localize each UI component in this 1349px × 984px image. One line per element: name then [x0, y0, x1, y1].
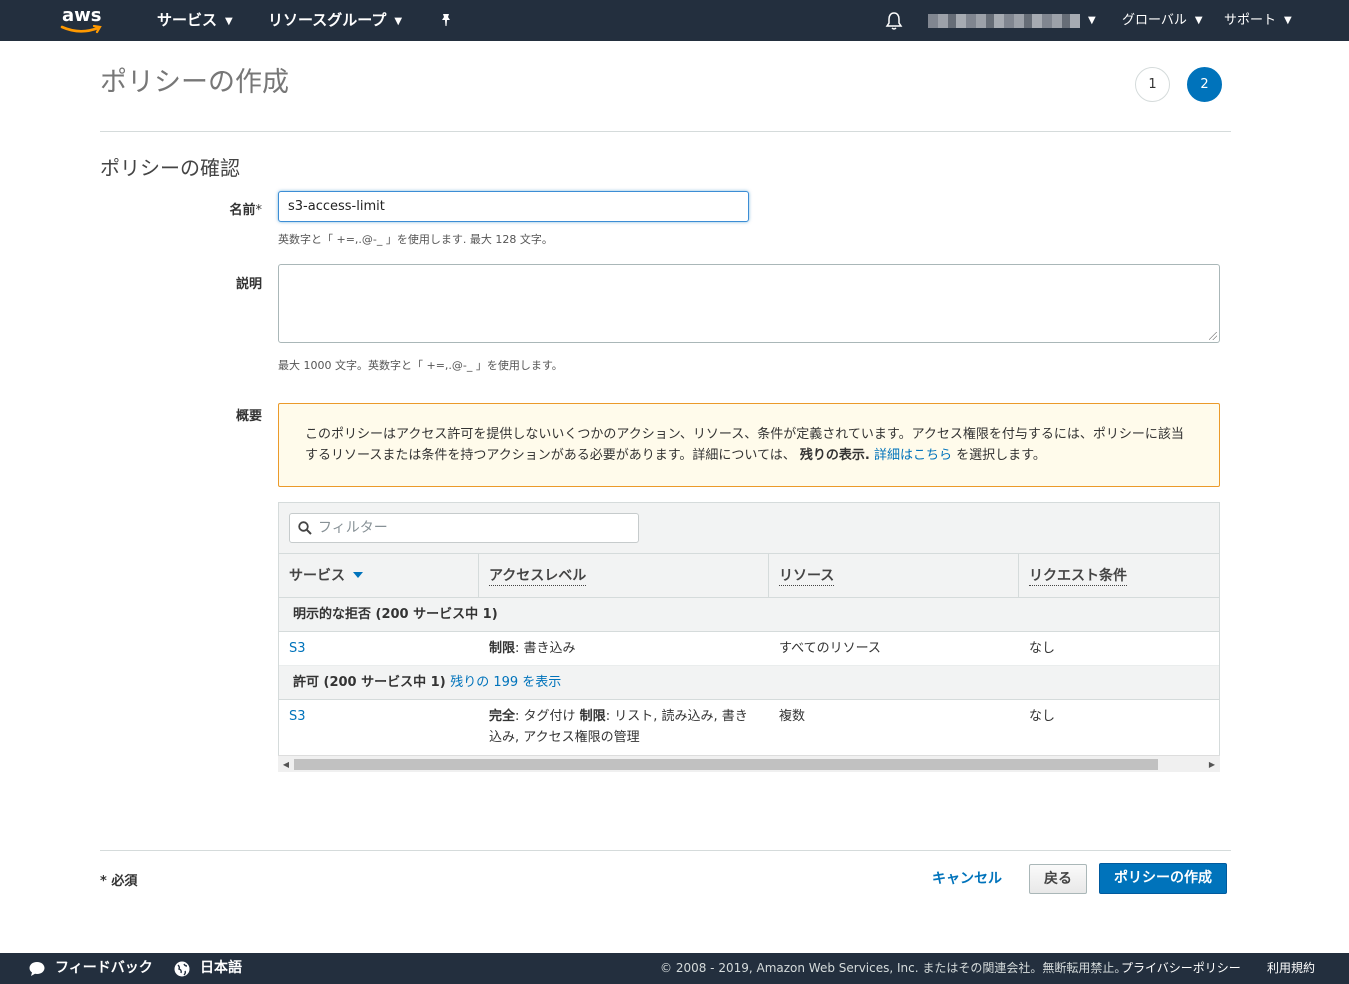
support-menu[interactable]: サポート ▼ [1224, 0, 1292, 41]
region-menu[interactable]: グローバル ▼ [1122, 0, 1203, 41]
step-indicator-2: 2 [1187, 67, 1222, 102]
service-cell[interactable]: S3 [289, 632, 306, 659]
page-title: ポリシーの作成 [100, 67, 289, 98]
top-navigation: aws サービス ▼ リソースグループ ▼ ▼ グローバル ▼ サポート ▼ [0, 0, 1349, 41]
required-mark: * [255, 203, 263, 218]
required-note: * 必須 [100, 874, 138, 889]
policy-summary-table: フィルター サービス アクセスレベル リソース リクエスト条件 明示的な拒否 (… [278, 502, 1220, 772]
chevron-down-icon: ▼ [394, 16, 403, 27]
terms-link[interactable]: 利用規約 [1267, 953, 1315, 984]
privacy-policy-link[interactable]: プライバシーポリシー [1121, 953, 1241, 984]
group-row-allow: 許可 (200 サービス中 1) 残りの 199 を表示 [279, 666, 1219, 700]
column-header-access-level[interactable]: アクセスレベル [479, 554, 769, 598]
scroll-left-icon[interactable]: ◀ [278, 756, 294, 773]
description-textarea[interactable] [278, 264, 1220, 343]
filter-input[interactable]: フィルター [289, 513, 639, 543]
group-row-explicit-deny: 明示的な拒否 (200 サービス中 1) [279, 598, 1219, 632]
bell-icon[interactable] [885, 11, 903, 31]
chat-bubble-icon [29, 962, 45, 976]
step-indicator-1[interactable]: 1 [1135, 67, 1170, 102]
chevron-down-icon: ▼ [1194, 15, 1203, 26]
services-menu[interactable]: サービス ▼ [157, 0, 233, 41]
condition-cell: なし [1029, 709, 1056, 724]
resize-handle[interactable] [1209, 332, 1217, 340]
resource-cell: すべてのリソース [779, 641, 881, 656]
account-name-redacted[interactable] [928, 14, 1080, 28]
page-footer: フィードバック 日本語 © 2008 - 2019, Amazon Web Se… [0, 953, 1349, 984]
chevron-down-icon: ▼ [225, 16, 233, 27]
pin-icon[interactable] [438, 12, 454, 28]
resource-groups-menu[interactable]: リソースグループ ▼ [268, 0, 402, 41]
search-icon [298, 521, 312, 535]
policy-name-input[interactable]: s3-access-limit [278, 191, 749, 222]
header-divider [100, 131, 1231, 132]
name-label: 名前* [229, 203, 263, 218]
scrollbar-thumb[interactable] [294, 759, 1158, 770]
globe-icon [174, 961, 190, 977]
condition-cell: なし [1029, 641, 1056, 656]
sort-descending-icon [353, 572, 363, 578]
language-selector[interactable]: 日本語 [200, 953, 242, 984]
horizontal-scrollbar[interactable]: ◀ ▶ [278, 755, 1220, 772]
access-level-cell: 完全: タグ付け 制限: リスト, 読み込み, 書き込み, アクセス権限の管理 [489, 709, 748, 745]
column-header-service[interactable]: サービス [279, 554, 479, 598]
warning-info-box: このポリシーはアクセス許可を提供しないいくつかのアクション、リソース、条件が定義… [278, 403, 1220, 487]
aws-smile-icon [60, 25, 102, 34]
section-title: ポリシーの確認 [100, 156, 240, 180]
table-row: S3 制限: 書き込み すべてのリソース なし [279, 632, 1219, 666]
feedback-link[interactable]: フィードバック [55, 953, 153, 984]
description-hint: 最大 1000 文字。英数字と「 +=,.@-_ 」を使用します。 [278, 359, 563, 372]
summary-label: 概要 [235, 409, 262, 424]
access-level-cell: 制限: 書き込み [489, 641, 576, 656]
show-remaining-link[interactable]: 残りの 199 を表示 [450, 675, 561, 690]
learn-more-link[interactable]: 詳細はこちら [874, 448, 952, 463]
info-bold-text: 残りの表示. [799, 448, 870, 463]
filter-bar: フィルター [279, 503, 1219, 554]
chevron-down-icon: ▼ [1284, 15, 1292, 26]
service-cell[interactable]: S3 [289, 700, 306, 727]
column-header-request-condition[interactable]: リクエスト条件 [1019, 554, 1219, 598]
table-header: サービス アクセスレベル リソース リクエスト条件 [279, 554, 1219, 598]
cancel-button[interactable]: キャンセル [922, 864, 1012, 894]
footer-divider [100, 850, 1231, 851]
aws-logo[interactable]: aws [60, 5, 106, 35]
name-hint: 英数字と「 +=,.@-_ 」を使用します. 最大 128 文字。 [278, 233, 553, 246]
column-header-resource[interactable]: リソース [769, 554, 1019, 598]
scroll-right-icon[interactable]: ▶ [1204, 756, 1220, 773]
copyright-text: © 2008 - 2019, Amazon Web Services, Inc.… [660, 961, 1127, 975]
back-button[interactable]: 戻る [1029, 864, 1087, 894]
create-policy-button[interactable]: ポリシーの作成 [1099, 863, 1227, 894]
description-label: 説明 [235, 277, 262, 292]
table-row: S3 完全: タグ付け 制限: リスト, 読み込み, 書き込み, アクセス権限の… [279, 700, 1219, 756]
chevron-down-icon[interactable]: ▼ [1088, 0, 1096, 41]
resource-cell: 複数 [779, 709, 806, 724]
